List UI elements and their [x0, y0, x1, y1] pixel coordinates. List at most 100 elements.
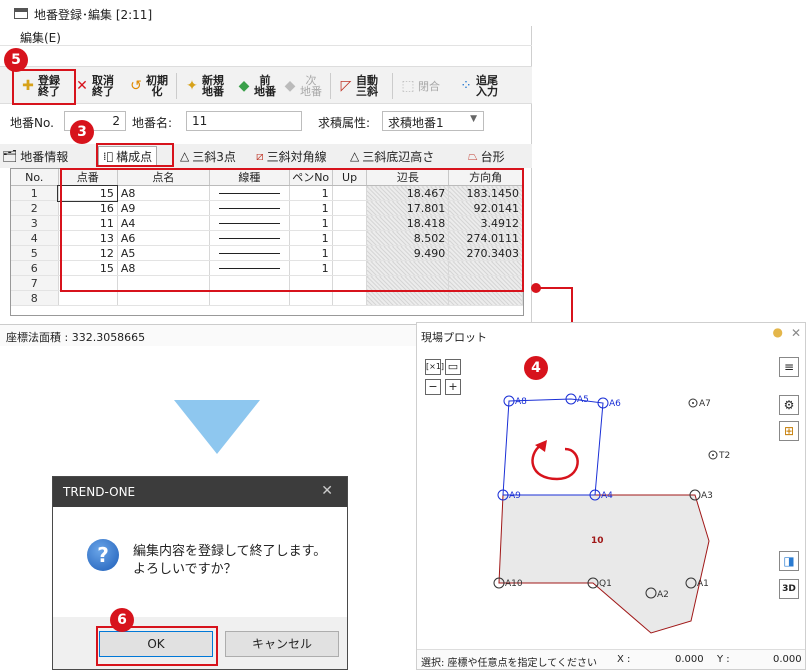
dialog-title: TREND-ONE — [63, 485, 136, 499]
pin-icon[interactable]: ● — [773, 325, 783, 339]
next-lot-button[interactable]: ◆ 次 地番 — [282, 71, 322, 101]
layout-icon: ⊞ — [783, 424, 795, 438]
svg-text:A5: A5 — [577, 395, 589, 405]
layer-button[interactable]: ◨ — [779, 551, 799, 571]
svg-text:A1: A1 — [697, 579, 709, 589]
new-lot-button[interactable]: ✦ 新規 地番 — [184, 71, 224, 101]
lot-info-icon: 🗂 — [2, 149, 18, 163]
fit-view-button[interactable]: ▭ — [445, 359, 461, 375]
triangle-icon: △ — [180, 149, 190, 163]
direction-arrow — [531, 443, 579, 481]
dialog-message-line1: 編集内容を登録して終了します。 — [133, 544, 327, 559]
toolbar: ✚ 登録 終了 ✕ 取消 終了 ↺ 初期 化 ✦ 新規 地番 ◆ 前 地番 ◆ … — [0, 66, 532, 104]
lot-name-label: 地番名: — [132, 116, 173, 130]
menu-edit[interactable]: 編集(E) — [20, 29, 61, 46]
point-A10[interactable]: A10 — [493, 577, 523, 589]
point-A9[interactable]: A9 — [497, 489, 521, 501]
close-polygon-button[interactable]: ⬚ 閉合 — [400, 71, 440, 101]
attr-select-value: 求積地番1 — [388, 116, 444, 130]
point-T2[interactable]: T2 — [708, 450, 730, 461]
cancel-finish-button[interactable]: ✕ 取消 終了 — [74, 71, 114, 101]
toolbar-separator — [330, 73, 331, 99]
direction-cell[interactable] — [448, 290, 523, 306]
row-number-cell: 4 — [11, 230, 59, 246]
minus-icon: − — [428, 380, 438, 393]
window-title: 地番登録･編集 [2:11] — [34, 8, 153, 22]
x-label: X : — [617, 654, 631, 665]
trace-input-button[interactable]: ⁘ 追尾 入力 — [458, 71, 498, 101]
row-number-cell: 1 — [11, 185, 59, 201]
close-icon[interactable]: ✕ — [321, 483, 333, 499]
layer-icon: ◨ — [783, 554, 795, 568]
close-polygon-icon: ⬚ — [401, 78, 415, 94]
y-label: Y : — [717, 654, 730, 665]
plot-status-bar: 選択: 座標や任意点を指定してください X : 0.000 Y : 0.000 — [417, 649, 805, 669]
menu-bar: 編集(E) — [0, 26, 532, 46]
point-no-cell[interactable] — [58, 290, 118, 306]
tab-triangle-base-height[interactable]: △ 三斜底辺高さ — [350, 146, 434, 166]
length-cell[interactable] — [366, 290, 450, 306]
zoom-out-button[interactable]: − — [425, 379, 441, 395]
prev-lot-icon: ◆ — [238, 78, 250, 94]
tab-trapezoid[interactable]: ⏢ 台形 — [468, 146, 505, 166]
callout-box-3 — [96, 143, 174, 167]
auto-triangle-icon: ◸ — [340, 78, 352, 94]
reset-icon: ↺ — [130, 78, 142, 94]
close-icon[interactable]: ✕ — [791, 326, 801, 340]
toolbar-separator — [176, 73, 177, 99]
row-number-cell: 2 — [11, 200, 59, 216]
col-no: No. — [11, 169, 59, 186]
settings-button[interactable]: ⚙ — [779, 395, 799, 415]
layout-button[interactable]: ⊞ — [779, 421, 799, 441]
up-cell[interactable] — [332, 290, 368, 306]
plot-title: 現場プロット — [421, 331, 487, 344]
tab-triangle-diagonal[interactable]: ⧄ 三斜対角線 — [256, 146, 327, 166]
new-lot-icon: ✦ — [186, 78, 198, 94]
hamburger-icon: ≡ — [783, 360, 795, 374]
point-A6[interactable]: A6 — [597, 397, 621, 409]
row-number-cell: 7 — [11, 275, 59, 291]
step-badge-6: 6 — [110, 608, 134, 632]
svg-text:A4: A4 — [601, 491, 613, 501]
x-value: 0.000 — [675, 654, 704, 665]
menu-button[interactable]: ≡ — [779, 357, 799, 377]
lot-name-field[interactable]: 11 — [186, 111, 302, 131]
point-A7[interactable]: A7 — [688, 398, 711, 409]
tab-triangle-3pt[interactable]: △ 三斜3点 — [180, 146, 236, 166]
chevron-down-icon: ▼ — [470, 114, 477, 124]
row-number-cell: 3 — [11, 215, 59, 231]
reset-button[interactable]: ↺ 初期 化 — [128, 71, 168, 101]
tab-bar: 🗂 地番情報 ⁞⃞ 構成点 △ 三斜3点 ⧄ 三斜対角線 △ 三斜底辺高さ ⏢ 台形 — [0, 144, 532, 168]
dialog-title-bar: TREND-ONE ✕ — [53, 477, 347, 507]
step-badge-3: 3 — [70, 120, 94, 144]
view-3d-button[interactable]: 3D — [779, 579, 799, 599]
plot-canvas[interactable]: A8 A5 A6 A7 T2 A9 A4 A3 A10 Q1 A1 A2 10 — [477, 363, 777, 643]
point-name-cell[interactable] — [117, 290, 210, 306]
point-A8[interactable]: A8 — [503, 395, 527, 407]
question-icon: ? — [87, 539, 119, 571]
row-number-cell: 6 — [11, 260, 59, 276]
auto-triangle-button[interactable]: ◸ 自動 三斜 — [338, 71, 378, 101]
dialog-message-line2: よろしいですか？ — [133, 562, 237, 577]
base-height-icon: △ — [350, 149, 360, 163]
trapezoid-icon: ⏢ — [468, 148, 478, 163]
attr-select[interactable]: 求積地番1 ▼ — [382, 111, 484, 131]
zoom-x1-button[interactable]: [×1] — [425, 359, 444, 375]
pen-no-cell[interactable] — [289, 290, 333, 306]
tab-lot-info[interactable]: 🗂 地番情報 — [2, 146, 68, 166]
step-badge-4: 4 — [524, 356, 548, 380]
dialog-message: 編集内容を登録して終了します。 よろしいですか？ — [133, 543, 326, 579]
line-type-cell[interactable] — [209, 290, 290, 306]
trace-input-icon: ⁘ — [460, 78, 472, 94]
prev-lot-button[interactable]: ◆ 前 地番 — [236, 71, 276, 101]
svg-text:A10: A10 — [505, 579, 523, 589]
plus-icon: + — [448, 380, 458, 393]
attr-label: 求積属性: — [318, 116, 371, 130]
svg-text:A6: A6 — [609, 399, 621, 409]
parcel-polygon — [498, 494, 710, 634]
zoom-in-button[interactable]: + — [445, 379, 461, 395]
row-number-cell: 5 — [11, 245, 59, 261]
next-lot-icon: ◆ — [284, 78, 296, 94]
cancel-button[interactable]: キャンセル — [225, 631, 339, 657]
table-row[interactable]: 8 — [11, 290, 523, 306]
